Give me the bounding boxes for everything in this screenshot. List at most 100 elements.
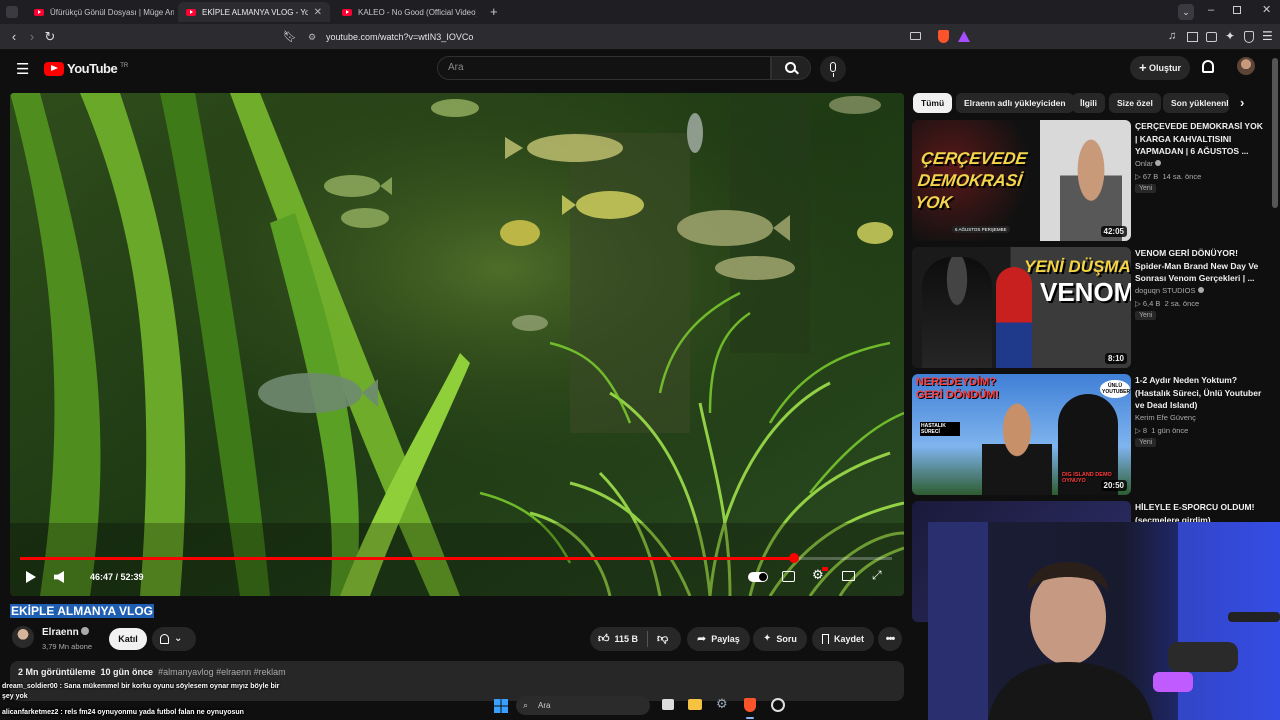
tab-title: Üfürükçü Gönül Dosyası | Müge Anlı: [50, 7, 174, 17]
chat-message: dream_soldier00 : Sana mükemmel bir kork…: [2, 683, 280, 700]
video-thumbnail[interactable]: YENİ DÜŞMAN VENOM 8:10: [912, 247, 1131, 368]
duration-badge: 8:10: [1104, 353, 1127, 364]
like-button[interactable]: 👍︎ 115 B: [598, 627, 638, 651]
tab-2[interactable]: EKİPLE ALMANYA VLOG - YouTube ✕: [178, 2, 330, 22]
chip-recent[interactable]: Son yüklenenler: [1163, 93, 1229, 113]
thumbnail-text: ÇERÇEVEDE DEMOKRASİ YOK: [913, 149, 1029, 212]
recommended-video[interactable]: YENİ DÜŞMAN VENOM 8:10 VENOM GERİ DÖNÜYO…: [912, 247, 1272, 369]
sidebar-icon[interactable]: [1187, 32, 1198, 42]
chat-message: alicanfarketmez2 : rels fm24 oynuyonmu y…: [2, 709, 244, 716]
join-button[interactable]: Katıl: [109, 628, 147, 650]
channel-text: doguqn STUDIOS: [1135, 286, 1196, 295]
chip-from-uploader[interactable]: Elraenn adlı yükleyiciden: [956, 93, 1074, 113]
guide-menu-icon[interactable]: ☰: [16, 60, 29, 78]
taskbar-search[interactable]: ⌕ Ara: [516, 696, 650, 715]
ask-button[interactable]: ✦ Soru: [753, 627, 807, 651]
task-view-icon[interactable]: [662, 699, 674, 710]
subtitles-icon[interactable]: [782, 571, 795, 582]
recommended-channel[interactable]: Kerim Efe Güvenç: [1135, 413, 1196, 422]
youtube-logo[interactable]: YouTube TR: [44, 61, 128, 76]
create-button[interactable]: + Oluştur: [1130, 56, 1190, 80]
fullscreen-icon[interactable]: ⤢: [872, 568, 882, 583]
recommended-title[interactable]: 1-2 Aydır Neden Yoktum? (Hastalık Süreci…: [1135, 374, 1267, 412]
youtube-favicon-icon: [34, 8, 44, 16]
voice-search-button[interactable]: [820, 56, 846, 82]
logo-text: YouTube: [67, 61, 118, 76]
duration-badge: 42:05: [1100, 226, 1127, 237]
music-icon[interactable]: ♫: [1168, 30, 1176, 42]
video-thumbnail[interactable]: NEREDEYDİM? GERİ DÖNDÜM! HASTALIK SÜRECİ…: [912, 374, 1131, 495]
theater-mode-icon[interactable]: [842, 571, 855, 581]
brave-shields-icon[interactable]: [938, 30, 949, 43]
taskbar-search-placeholder: Ara: [538, 701, 551, 710]
share-button[interactable]: ➦ Paylaş: [687, 627, 750, 651]
bookmark-icon[interactable]: 🔖︎: [282, 29, 298, 45]
browser-menu-icon[interactable]: [6, 6, 18, 18]
menu-icon[interactable]: ☰: [1262, 29, 1273, 43]
save-button[interactable]: Kaydet: [812, 627, 875, 651]
new-tab-button[interactable]: +: [490, 4, 498, 19]
recommended-video[interactable]: ÇERÇEVEDE DEMOKRASİ YOK 6 AĞUSTOS PERŞEM…: [912, 120, 1272, 242]
autoplay-toggle[interactable]: [748, 572, 768, 582]
recommended-title[interactable]: VENOM GERİ DÖNÜYOR! Spider-Man Brand New…: [1135, 247, 1267, 285]
channel-avatar[interactable]: [12, 626, 34, 648]
recommended-channel[interactable]: Onlar: [1135, 159, 1162, 168]
wallet-icon[interactable]: [1206, 32, 1217, 42]
search-button[interactable]: [771, 56, 811, 80]
maximize-button[interactable]: [1233, 6, 1241, 14]
close-window-button[interactable]: ✕: [1262, 3, 1271, 16]
video-thumbnail[interactable]: ÇERÇEVEDE DEMOKRASİ YOK 6 AĞUSTOS PERŞEM…: [912, 120, 1131, 241]
vpn-icon[interactable]: [1244, 31, 1254, 43]
search-input[interactable]: Ara: [437, 56, 771, 80]
chip-related[interactable]: İlgili: [1072, 93, 1105, 113]
channel-name[interactable]: Elraenn: [42, 627, 90, 638]
brave-rewards-icon[interactable]: [958, 31, 970, 42]
reload-icon[interactable]: ↻: [42, 29, 58, 45]
brave-browser-icon[interactable]: [744, 698, 756, 712]
new-badge: Yeni: [1135, 311, 1157, 320]
avatar[interactable]: [1237, 57, 1255, 75]
windows-start-icon[interactable]: [494, 699, 508, 713]
thumbs-down-icon[interactable]: 👎︎: [657, 627, 668, 651]
volume-icon[interactable]: [54, 571, 64, 583]
hd-badge: [822, 567, 828, 571]
channel-name-text: Elraenn: [42, 627, 79, 638]
hashtags[interactable]: #almanyavlog #elraenn #reklam: [158, 667, 286, 677]
cast-icon[interactable]: [910, 32, 921, 40]
settings-icon[interactable]: ⚙: [716, 696, 728, 712]
close-tab-icon[interactable]: ✕: [314, 7, 322, 18]
more-actions-button[interactable]: •••: [878, 627, 902, 651]
seek-bar[interactable]: [20, 553, 892, 563]
leo-ai-icon[interactable]: ✦: [1225, 29, 1235, 43]
tab-1[interactable]: Üfürükçü Gönül Dosyası | Müge Anlı: [26, 2, 174, 22]
video-player[interactable]: [10, 93, 904, 596]
chip-all[interactable]: Tümü: [913, 93, 953, 113]
youtube-favicon-icon: [342, 8, 352, 16]
chip-for-you[interactable]: Size özel: [1109, 93, 1161, 113]
chat-username: alicanfarketmez2: [2, 709, 59, 716]
file-explorer-icon[interactable]: [688, 699, 702, 710]
notifications-bell-icon[interactable]: [1202, 60, 1214, 73]
thumbnail-side-text: ÜNLÜ YOUTUBER?: [1100, 380, 1131, 398]
obs-icon[interactable]: [771, 698, 785, 712]
youtube-header: ☰ YouTube TR Ara + Oluştur: [0, 50, 1280, 88]
forward-icon[interactable]: ›: [24, 29, 40, 45]
bell-icon: [160, 634, 169, 644]
tab-list-chevron-icon[interactable]: ⌄: [1178, 4, 1194, 20]
share-icon: ➦: [697, 633, 707, 645]
chips-next-chevron-icon[interactable]: ›: [1240, 95, 1244, 110]
minimize-button[interactable]: –: [1208, 4, 1214, 16]
recommended-title[interactable]: ÇERÇEVEDE DEMOKRASİ YOK | KARGA KAHVALTI…: [1135, 120, 1267, 158]
site-info-icon[interactable]: ⚙: [308, 27, 316, 47]
views-icon: ▷: [1135, 426, 1141, 435]
address-bar[interactable]: ⚙ youtube.com/watch?v=wtIN3_IOVCo: [300, 27, 980, 47]
recommended-channel[interactable]: doguqn STUDIOS: [1135, 286, 1204, 295]
page-scrollbar[interactable]: [1272, 58, 1278, 208]
back-icon[interactable]: ‹: [6, 29, 22, 45]
subscribe-notifications-button[interactable]: ⌄: [152, 627, 196, 651]
tab-3[interactable]: KALEO - No Good (Official Video) - YouTu…: [334, 2, 484, 22]
play-icon[interactable]: [26, 571, 36, 583]
duration-badge: 20:50: [1100, 480, 1127, 491]
recommended-video[interactable]: NEREDEYDİM? GERİ DÖNDÜM! HASTALIK SÜRECİ…: [912, 374, 1272, 496]
like-dislike-group: 👍︎ 115 B 👎︎: [590, 627, 681, 651]
